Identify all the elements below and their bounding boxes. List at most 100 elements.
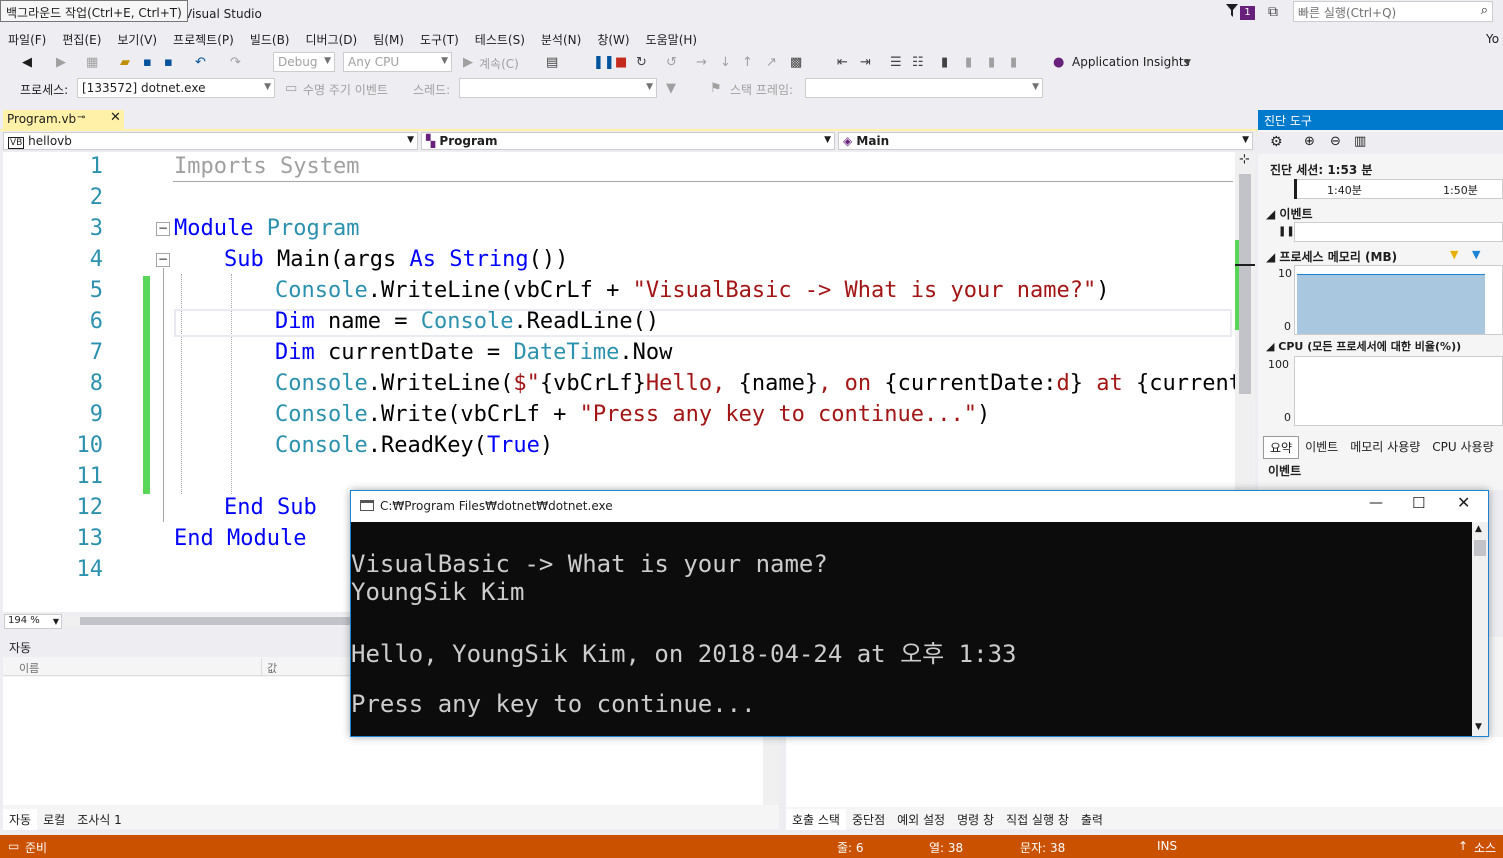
- lifecycle-events-button[interactable]: 수명 주기 이벤트: [303, 81, 388, 98]
- scrollbar-thumb[interactable]: [80, 617, 350, 625]
- tab-locals[interactable]: 로컬: [37, 809, 71, 830]
- next-bookmark-icon[interactable]: ▮: [988, 55, 995, 70]
- menu-view[interactable]: 보기(V): [109, 28, 165, 50]
- save-icon[interactable]: ▪: [143, 55, 152, 70]
- filter-icon[interactable]: [1226, 4, 1238, 18]
- console-window[interactable]: C:₩Program Files₩dotnet₩dotnet.exe — ☐ ✕…: [350, 490, 1489, 737]
- uncomment-icon[interactable]: ☷: [912, 55, 924, 70]
- project-select[interactable]: VB hellovb ▼: [3, 132, 418, 150]
- application-insights-button[interactable]: Application Insights: [1072, 55, 1190, 69]
- open-folder-icon[interactable]: ▰: [120, 55, 130, 70]
- user-account[interactable]: Yo: [1486, 32, 1499, 46]
- column-value[interactable]: 값: [267, 660, 277, 676]
- tab-cpu-usage[interactable]: CPU 사용량: [1426, 436, 1499, 459]
- indent-icon[interactable]: ⇥: [860, 55, 871, 70]
- process-select[interactable]: [133572] dotnet.exe ▼: [77, 78, 275, 98]
- collapse-module-icon[interactable]: −: [156, 222, 170, 236]
- flag-icon[interactable]: ⚑: [710, 81, 722, 96]
- stop-icon[interactable]: ■: [615, 55, 627, 70]
- zoom-select[interactable]: 194 % ▼: [4, 614, 62, 629]
- zoom-out-icon[interactable]: ⊖: [1330, 134, 1341, 149]
- tab-breakpoints[interactable]: 중단점: [846, 809, 891, 830]
- undo-icon[interactable]: ↶: [195, 55, 206, 70]
- save-all-icon[interactable]: ▪: [164, 55, 173, 70]
- scrollbar-thumb[interactable]: [1474, 540, 1486, 556]
- menu-test[interactable]: 테스트(S): [467, 28, 533, 50]
- outdent-icon[interactable]: ⇤: [837, 55, 848, 70]
- hex-display-icon[interactable]: ▩: [790, 55, 802, 70]
- column-name[interactable]: 이름: [19, 660, 39, 676]
- minimize-button[interactable]: —: [1369, 495, 1383, 511]
- tab-program-vb[interactable]: Program.vb ⊸ ✕: [3, 110, 124, 129]
- tab-autos[interactable]: 자동: [3, 809, 38, 830]
- menu-tools[interactable]: 도구(T): [412, 28, 467, 50]
- zoom-in-icon[interactable]: ⊕: [1304, 134, 1315, 149]
- back-icon[interactable]: ◀: [22, 55, 32, 70]
- step-out-icon[interactable]: ↑: [742, 55, 753, 70]
- editor-horizontal-scrollbar[interactable]: [64, 615, 354, 627]
- tab-events[interactable]: 이벤트: [1299, 436, 1344, 459]
- thread-select[interactable]: ▼: [459, 78, 657, 98]
- clear-bookmarks-icon[interactable]: ▮: [1010, 55, 1017, 70]
- publish-icon[interactable]: ↑: [1458, 839, 1468, 853]
- menu-debug[interactable]: 디버그(D): [298, 28, 366, 50]
- menu-window[interactable]: 창(W): [589, 28, 637, 50]
- menu-analyze[interactable]: 분석(N): [533, 28, 589, 50]
- step-back-icon[interactable]: ↗: [766, 55, 777, 70]
- new-project-icon[interactable]: ▦: [86, 55, 98, 70]
- continue-button[interactable]: 계속(C): [479, 55, 519, 72]
- tab-immediate-window[interactable]: 직접 실행 창: [1000, 809, 1075, 830]
- tab-call-stack[interactable]: 호출 스택: [786, 809, 846, 830]
- solution-config-select[interactable]: Debug ▼: [273, 52, 335, 72]
- reset-view-icon[interactable]: ▥: [1354, 134, 1366, 149]
- maximize-button[interactable]: ☐: [1412, 494, 1425, 512]
- tab-output[interactable]: 출력: [1075, 809, 1109, 830]
- tab-command-window[interactable]: 명령 창: [951, 809, 1000, 830]
- tab-summary[interactable]: 요약: [1263, 436, 1300, 459]
- filter-icon[interactable]: ▼: [666, 81, 676, 96]
- member-select[interactable]: ◈ Main ▼: [838, 132, 1253, 150]
- forward-icon[interactable]: ▶: [56, 55, 66, 70]
- step-over-icon[interactable]: ↓: [720, 55, 731, 70]
- step-into-icon[interactable]: →: [696, 55, 707, 70]
- split-icon[interactable]: ⊹: [1239, 152, 1250, 167]
- show-next-statement-icon[interactable]: ↺: [666, 55, 677, 70]
- chevron-down-icon[interactable]: ▼: [1184, 58, 1191, 68]
- tab-exception-settings[interactable]: 예외 설정: [891, 809, 951, 830]
- menu-edit[interactable]: 편집(E): [54, 28, 109, 50]
- console-title-bar[interactable]: C:₩Program Files₩dotnet₩dotnet.exe — ☐ ✕: [351, 491, 1488, 522]
- close-icon[interactable]: ✕: [110, 110, 121, 125]
- collapse-sub-icon[interactable]: −: [156, 253, 170, 267]
- platform-select[interactable]: Any CPU ▼: [343, 52, 452, 72]
- restart-icon[interactable]: ↻: [636, 55, 647, 70]
- column-divider[interactable]: [261, 658, 262, 676]
- stack-frame-select[interactable]: ▼: [805, 78, 1043, 98]
- menu-help[interactable]: 도움말(H): [638, 28, 706, 50]
- prev-bookmark-icon[interactable]: ▮: [965, 55, 972, 70]
- tab-memory-usage[interactable]: 메모리 사용량: [1344, 436, 1426, 459]
- gear-icon[interactable]: ⚙: [1270, 134, 1283, 150]
- comment-icon[interactable]: ☰: [890, 55, 902, 70]
- notification-badge[interactable]: 1: [1240, 6, 1255, 20]
- bookmark-icon[interactable]: ▮: [941, 55, 948, 70]
- console-output[interactable]: VisualBasic -> What is your name? YoungS…: [351, 522, 1472, 736]
- type-select[interactable]: ▚ Program ▼: [421, 132, 835, 150]
- menu-project[interactable]: 프로젝트(P): [165, 28, 242, 50]
- console-scrollbar[interactable]: ▲ ▼: [1472, 522, 1488, 736]
- scroll-down-icon[interactable]: ▼: [1475, 722, 1482, 732]
- source-control-button[interactable]: 소스: [1474, 839, 1496, 856]
- timeline-ruler[interactable]: 1:40분 1:50분: [1294, 179, 1503, 199]
- menu-build[interactable]: 빌드(B): [242, 28, 298, 50]
- pin-icon[interactable]: ⊸: [77, 112, 85, 123]
- close-button[interactable]: ✕: [1457, 493, 1470, 512]
- pause-icon[interactable]: ❚❚: [1278, 226, 1295, 237]
- scrollbar-thumb[interactable]: [1239, 174, 1251, 394]
- redo-icon[interactable]: ↷: [230, 55, 241, 70]
- scroll-up-icon[interactable]: ▲: [1475, 524, 1482, 534]
- break-all-icon[interactable]: ❚❚: [593, 55, 615, 70]
- tab-watch-1[interactable]: 조사식 1: [71, 809, 128, 830]
- quick-launch-input[interactable]: 빠른 실행(Ctrl+Q) ⌕: [1293, 1, 1493, 22]
- menu-file[interactable]: 파일(F): [0, 28, 54, 50]
- menu-team[interactable]: 팀(M): [365, 28, 412, 50]
- find-icon[interactable]: ▤: [546, 55, 558, 70]
